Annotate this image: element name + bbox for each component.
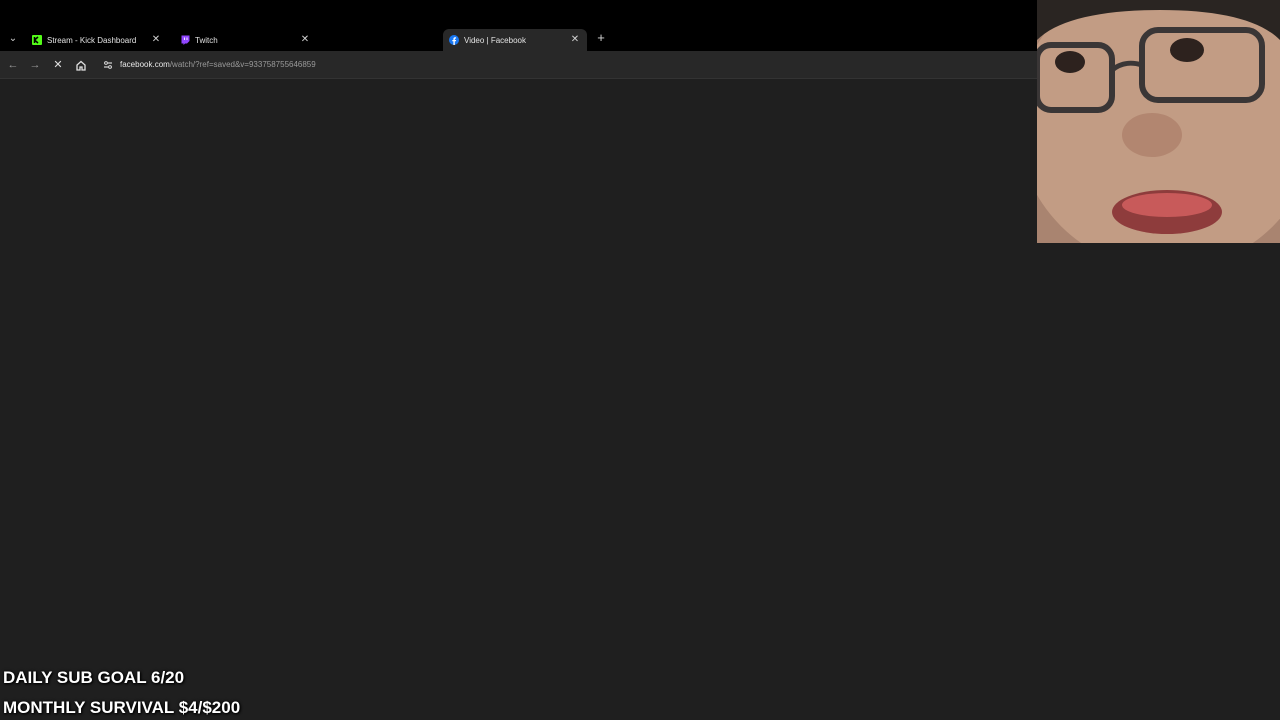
back-arrow-icon[interactable]: ← xyxy=(6,58,20,72)
address-bar[interactable]: facebook.com/watch/?ref=saved&v=93375875… xyxy=(120,60,316,69)
close-tab-icon[interactable]: ✕ xyxy=(299,34,311,46)
tab-search-chevron-icon[interactable]: ⌄ xyxy=(5,31,21,47)
tab-title: Stream - Kick Dashboard xyxy=(47,35,137,45)
tab-title: Video | Facebook xyxy=(464,35,526,45)
tab-twitch[interactable]: Twitch ✕ xyxy=(174,29,317,51)
webcam-overlay xyxy=(1037,0,1280,243)
facebook-icon xyxy=(449,35,459,45)
tab-facebook-video[interactable]: Video | Facebook ✕ xyxy=(443,29,587,51)
twitch-icon xyxy=(181,35,190,45)
url-path: /watch/?ref=saved&v=933758755646859 xyxy=(169,60,316,69)
new-tab-button[interactable]: + xyxy=(594,31,608,45)
daily-sub-goal: DAILY SUB GOAL 6/20 xyxy=(3,668,185,687)
url-host: facebook.com xyxy=(120,60,170,69)
webcam-face-image xyxy=(1037,0,1280,243)
kick-icon xyxy=(32,35,42,45)
site-info-icon[interactable] xyxy=(101,58,115,72)
stop-loading-icon[interactable]: ✕ xyxy=(51,58,65,72)
forward-arrow-icon[interactable]: → xyxy=(28,58,42,72)
monthly-survival-goal: MONTHLY SURVIVAL $4/$200 xyxy=(3,698,241,717)
close-tab-icon[interactable]: ✕ xyxy=(150,34,162,46)
tab-title: Twitch xyxy=(195,35,218,45)
close-tab-icon[interactable]: ✕ xyxy=(569,34,581,46)
tab-kick-dashboard[interactable]: Stream - Kick Dashboard ✕ xyxy=(26,29,168,51)
home-icon[interactable] xyxy=(74,58,88,72)
